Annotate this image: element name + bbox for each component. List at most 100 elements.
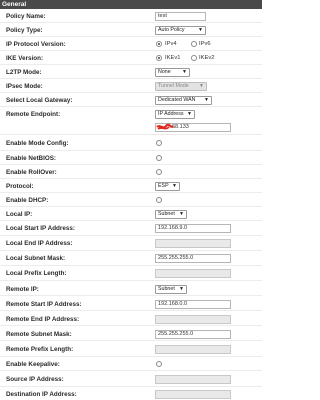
row-local-start-ip: Local Start IP Address: 192.168.9.0 — [0, 221, 262, 236]
chevron-down-icon: ▼ — [182, 69, 187, 75]
remote-prefix-length-label: Remote Prefix Length: — [6, 346, 74, 353]
radio-ikev1[interactable] — [156, 55, 162, 61]
remote-endpoint-type-value: IP Address — [158, 111, 184, 117]
remote-endpoint-type-select[interactable]: IP Address ▼ — [155, 110, 195, 119]
netbios-label: Enable NetBIOS: — [6, 155, 57, 162]
policy-type-value: Auto Policy — [158, 27, 185, 33]
local-gateway-label: Select Local Gateway: — [6, 97, 73, 104]
local-prefix-length-input — [155, 269, 231, 278]
redaction-scribble — [156, 123, 174, 130]
remote-subnet-mask-label: Remote Subnet Mask: — [6, 331, 72, 338]
radio-ipv6-label: IPv6 — [199, 41, 211, 47]
row-remote-ip: Remote IP: Subnet ▼ — [0, 281, 262, 296]
row-remote-end-ip: Remote End IP Address: — [0, 311, 262, 326]
policy-name-label: Policy Name: — [6, 13, 46, 20]
row-dhcp: Enable DHCP: — [0, 193, 262, 207]
remote-end-ip-label: Remote End IP Address: — [6, 316, 80, 323]
section-header-general: General — [0, 0, 262, 9]
row-policy-type: Policy Type: Auto Policy ▼ — [0, 23, 262, 37]
row-source-ip: Source IP Address: — [0, 371, 262, 387]
remote-subnet-mask-input[interactable]: 255.255.255.0 — [155, 330, 231, 339]
local-gateway-value: Dedicated WAN — [158, 97, 196, 103]
protocol-label: Protocol: — [6, 183, 34, 190]
policy-type-select[interactable]: Auto Policy ▼ — [155, 26, 206, 35]
chevron-down-icon: ▼ — [198, 27, 203, 33]
remote-endpoint-label: Remote Endpoint: — [6, 111, 61, 118]
keepalive-checkbox[interactable] — [156, 361, 162, 367]
row-local-ip: Local IP: Subnet ▼ — [0, 207, 262, 221]
remote-start-ip-label: Remote Start IP Address: — [6, 301, 82, 308]
row-remote-endpoint: Remote Endpoint: IP Address ▼ 68.133 — [0, 107, 262, 135]
chevron-down-icon: ▼ — [179, 211, 184, 217]
keepalive-label: Enable Keepalive: — [6, 361, 60, 368]
protocol-value: ESP — [158, 183, 169, 189]
local-end-ip-label: Local End IP Address: — [6, 240, 73, 247]
destination-ip-input — [155, 390, 231, 399]
remote-prefix-length-input — [155, 345, 231, 354]
radio-ipv6[interactable] — [191, 41, 197, 47]
l2tp-mode-select[interactable]: None ▼ — [155, 68, 190, 77]
remote-ip-value: Subnet — [158, 286, 175, 292]
dhcp-checkbox[interactable] — [156, 197, 162, 203]
local-ip-label: Local IP: — [6, 211, 33, 218]
radio-ipv4[interactable] — [156, 41, 162, 47]
policy-type-label: Policy Type: — [6, 27, 43, 34]
mode-config-checkbox[interactable] — [156, 140, 162, 146]
ike-version-label: IKE Version: — [6, 55, 44, 62]
ipsec-mode-label: IPsec Mode: — [6, 83, 43, 90]
row-destination-ip: Destination IP Address: — [0, 387, 262, 400]
chevron-down-icon: ▼ — [172, 183, 177, 189]
destination-ip-label: Destination IP Address: — [6, 391, 77, 398]
remote-ip-select[interactable]: Subnet ▼ — [155, 285, 187, 294]
radio-ikev2-label: IKEv2 — [199, 55, 215, 61]
ipsec-mode-value: Tunnel Mode — [158, 83, 189, 89]
row-remote-subnet-mask: Remote Subnet Mask: 255.255.255.0 — [0, 326, 262, 341]
rollover-checkbox[interactable] — [156, 169, 162, 175]
remote-end-ip-input — [155, 315, 231, 324]
row-mode-config: Enable Mode Config: — [0, 135, 262, 151]
local-subnet-mask-input[interactable]: 255.255.255.0 — [155, 254, 231, 263]
local-start-ip-label: Local Start IP Address: — [6, 225, 75, 232]
local-prefix-length-label: Local Prefix Length: — [6, 270, 67, 277]
source-ip-input — [155, 375, 231, 384]
radio-ikev2[interactable] — [191, 55, 197, 61]
ip-protocol-version-label: IP Protocol Version: — [6, 41, 66, 48]
row-netbios: Enable NetBIOS: — [0, 151, 262, 165]
l2tp-mode-value: None — [158, 69, 171, 75]
row-local-subnet-mask: Local Subnet Mask: 255.255.255.0 — [0, 251, 262, 266]
protocol-select[interactable]: ESP ▼ — [155, 182, 180, 191]
local-end-ip-input — [155, 239, 231, 248]
rollover-label: Enable RollOver: — [6, 169, 57, 176]
local-gateway-select[interactable]: Dedicated WAN ▼ — [155, 96, 212, 105]
ipsec-mode-select: Tunnel Mode ▼ — [155, 82, 207, 91]
dhcp-label: Enable DHCP: — [6, 197, 49, 204]
l2tp-mode-label: L2TP Mode: — [6, 69, 42, 76]
source-ip-label: Source IP Address: — [6, 376, 64, 383]
local-subnet-mask-label: Local Subnet Mask: — [6, 255, 66, 262]
vpn-policy-form: Policy Name: test Policy Type: Auto Poli… — [0, 9, 262, 400]
row-rollover: Enable RollOver: — [0, 165, 262, 179]
chevron-down-icon: ▼ — [199, 83, 204, 89]
row-local-prefix-length: Local Prefix Length: — [0, 266, 262, 281]
netbios-checkbox[interactable] — [156, 155, 162, 161]
local-ip-select[interactable]: Subnet ▼ — [155, 210, 187, 219]
row-ip-protocol-version: IP Protocol Version: IPv4 IPv6 — [0, 37, 262, 51]
row-protocol: Protocol: ESP ▼ — [0, 179, 262, 193]
row-keepalive: Enable Keepalive: — [0, 357, 262, 371]
radio-ipv4-label: IPv4 — [165, 41, 177, 47]
remote-start-ip-input[interactable]: 192.168.0.0 — [155, 300, 231, 309]
row-ipsec-mode: IPsec Mode: Tunnel Mode ▼ — [0, 79, 262, 93]
local-start-ip-input[interactable]: 192.168.9.0 — [155, 224, 231, 233]
policy-name-input[interactable]: test — [155, 12, 206, 21]
row-local-gateway: Select Local Gateway: Dedicated WAN ▼ — [0, 93, 262, 107]
row-local-end-ip: Local End IP Address: — [0, 236, 262, 251]
radio-ikev1-label: IKEv1 — [165, 55, 181, 61]
row-remote-start-ip: Remote Start IP Address: 192.168.0.0 — [0, 296, 262, 311]
row-l2tp-mode: L2TP Mode: None ▼ — [0, 65, 262, 79]
row-remote-prefix-length: Remote Prefix Length: — [0, 341, 262, 357]
remote-ip-label: Remote IP: — [6, 286, 39, 293]
chevron-down-icon: ▼ — [179, 286, 184, 292]
chevron-down-icon: ▼ — [187, 111, 192, 117]
local-ip-value: Subnet — [158, 211, 175, 217]
mode-config-label: Enable Mode Config: — [6, 140, 69, 147]
